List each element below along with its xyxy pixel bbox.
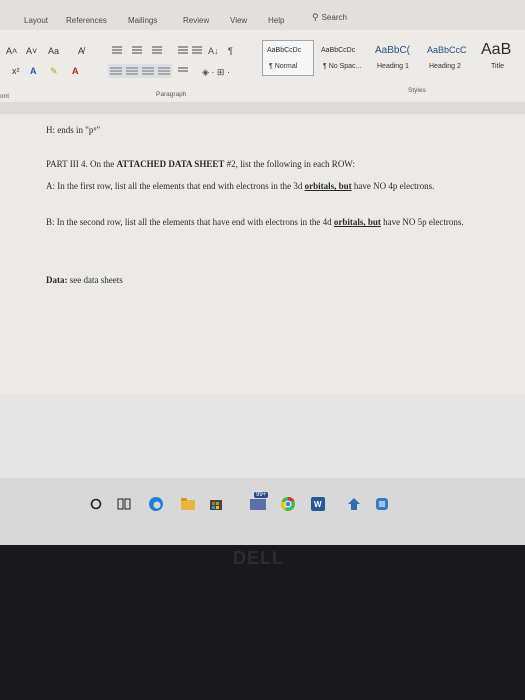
page-gap bbox=[0, 394, 525, 478]
highlight-button[interactable]: ✎ bbox=[50, 66, 58, 77]
svg-text:A↓: A↓ bbox=[208, 46, 219, 56]
data-line: Data: see data sheets bbox=[46, 275, 123, 285]
tab-layout[interactable]: Layout bbox=[24, 16, 48, 25]
group-label-styles: Styles bbox=[408, 87, 426, 94]
svg-text:W: W bbox=[314, 500, 322, 509]
style-title[interactable]: AaB Title bbox=[476, 40, 522, 76]
ribbon-tabs: Layout References Mailings Review View H… bbox=[0, 0, 525, 30]
search-label: Search bbox=[321, 13, 347, 22]
search-box[interactable]: ⚲ Search bbox=[312, 12, 347, 23]
group-label-paragraph: Paragraph bbox=[156, 91, 187, 98]
svg-text:◈ · ⊞ ·: ◈ · ⊞ · bbox=[202, 67, 230, 77]
store-icon[interactable] bbox=[208, 496, 224, 512]
screen: Layout References Mailings Review View H… bbox=[0, 0, 525, 545]
tab-references[interactable]: References bbox=[66, 16, 107, 25]
style-normal[interactable]: AaBbCcDc ¶ Normal bbox=[262, 40, 314, 76]
start-icon[interactable] bbox=[88, 496, 104, 512]
taskbar: 99+ W bbox=[0, 478, 525, 545]
paragraph-tools[interactable]: A↓ ¶ ◈ · ⊞ · bbox=[108, 42, 258, 82]
shrink-font-button[interactable]: A˅ bbox=[26, 46, 37, 56]
svg-text:¶: ¶ bbox=[228, 46, 233, 56]
group-label-font: ont bbox=[0, 93, 10, 100]
style-heading-2[interactable]: AaBbCcC Heading 2 bbox=[422, 40, 476, 76]
tab-view[interactable]: View bbox=[230, 16, 247, 25]
grow-font-button[interactable]: A˄ bbox=[6, 46, 17, 56]
text-effects-button[interactable]: A bbox=[30, 66, 37, 76]
dell-logo: DELL bbox=[233, 548, 284, 568]
part-iii-heading: PART III 4. On the ATTACHED DATA SHEET #… bbox=[46, 159, 355, 169]
tab-review[interactable]: Review bbox=[183, 16, 209, 25]
clear-format-button[interactable]: A̸ bbox=[78, 46, 84, 56]
chrome-icon[interactable] bbox=[280, 496, 296, 512]
mail-badge-icon[interactable]: 99+ bbox=[248, 492, 269, 512]
tab-mailings[interactable]: Mailings bbox=[128, 16, 157, 25]
font-color-button[interactable]: A bbox=[72, 66, 79, 76]
notification-badge: 99+ bbox=[254, 492, 269, 498]
word-icon[interactable]: W bbox=[310, 496, 326, 512]
document-page[interactable]: H: ends in "p⁶" PART III 4. On the ATTAC… bbox=[0, 114, 525, 394]
app-icon[interactable] bbox=[346, 496, 362, 512]
style-no-spacing[interactable]: AaBbCcDc ¶ No Spac... bbox=[316, 40, 370, 76]
line-h: H: ends in "p⁶" bbox=[46, 125, 101, 135]
attached-data-sheet: ATTACHED DATA SHEET bbox=[116, 159, 225, 169]
edge-icon[interactable] bbox=[148, 496, 164, 512]
item-a: A: In the first row, list all the elemen… bbox=[46, 181, 435, 191]
item-b: B: In the second row, list all the eleme… bbox=[46, 217, 464, 227]
task-view-icon[interactable] bbox=[116, 496, 132, 512]
style-heading-1[interactable]: AaBbC( Heading 1 bbox=[370, 40, 422, 76]
change-case-button[interactable]: Aa bbox=[48, 46, 59, 56]
ribbon-home: A˄ A˅ Aa A̸ x² A ✎ A A↓ ¶ ◈ · ⊞ · AaBbCc… bbox=[0, 30, 525, 103]
tab-help[interactable]: Help bbox=[268, 16, 284, 25]
app2-icon[interactable] bbox=[374, 496, 390, 512]
search-icon: ⚲ bbox=[312, 12, 319, 22]
file-explorer-icon[interactable] bbox=[180, 496, 196, 512]
styles-gallery: AaBbCcDc ¶ Normal AaBbCcDc ¶ No Spac... … bbox=[262, 40, 522, 76]
superscript-button[interactable]: x² bbox=[12, 66, 20, 76]
